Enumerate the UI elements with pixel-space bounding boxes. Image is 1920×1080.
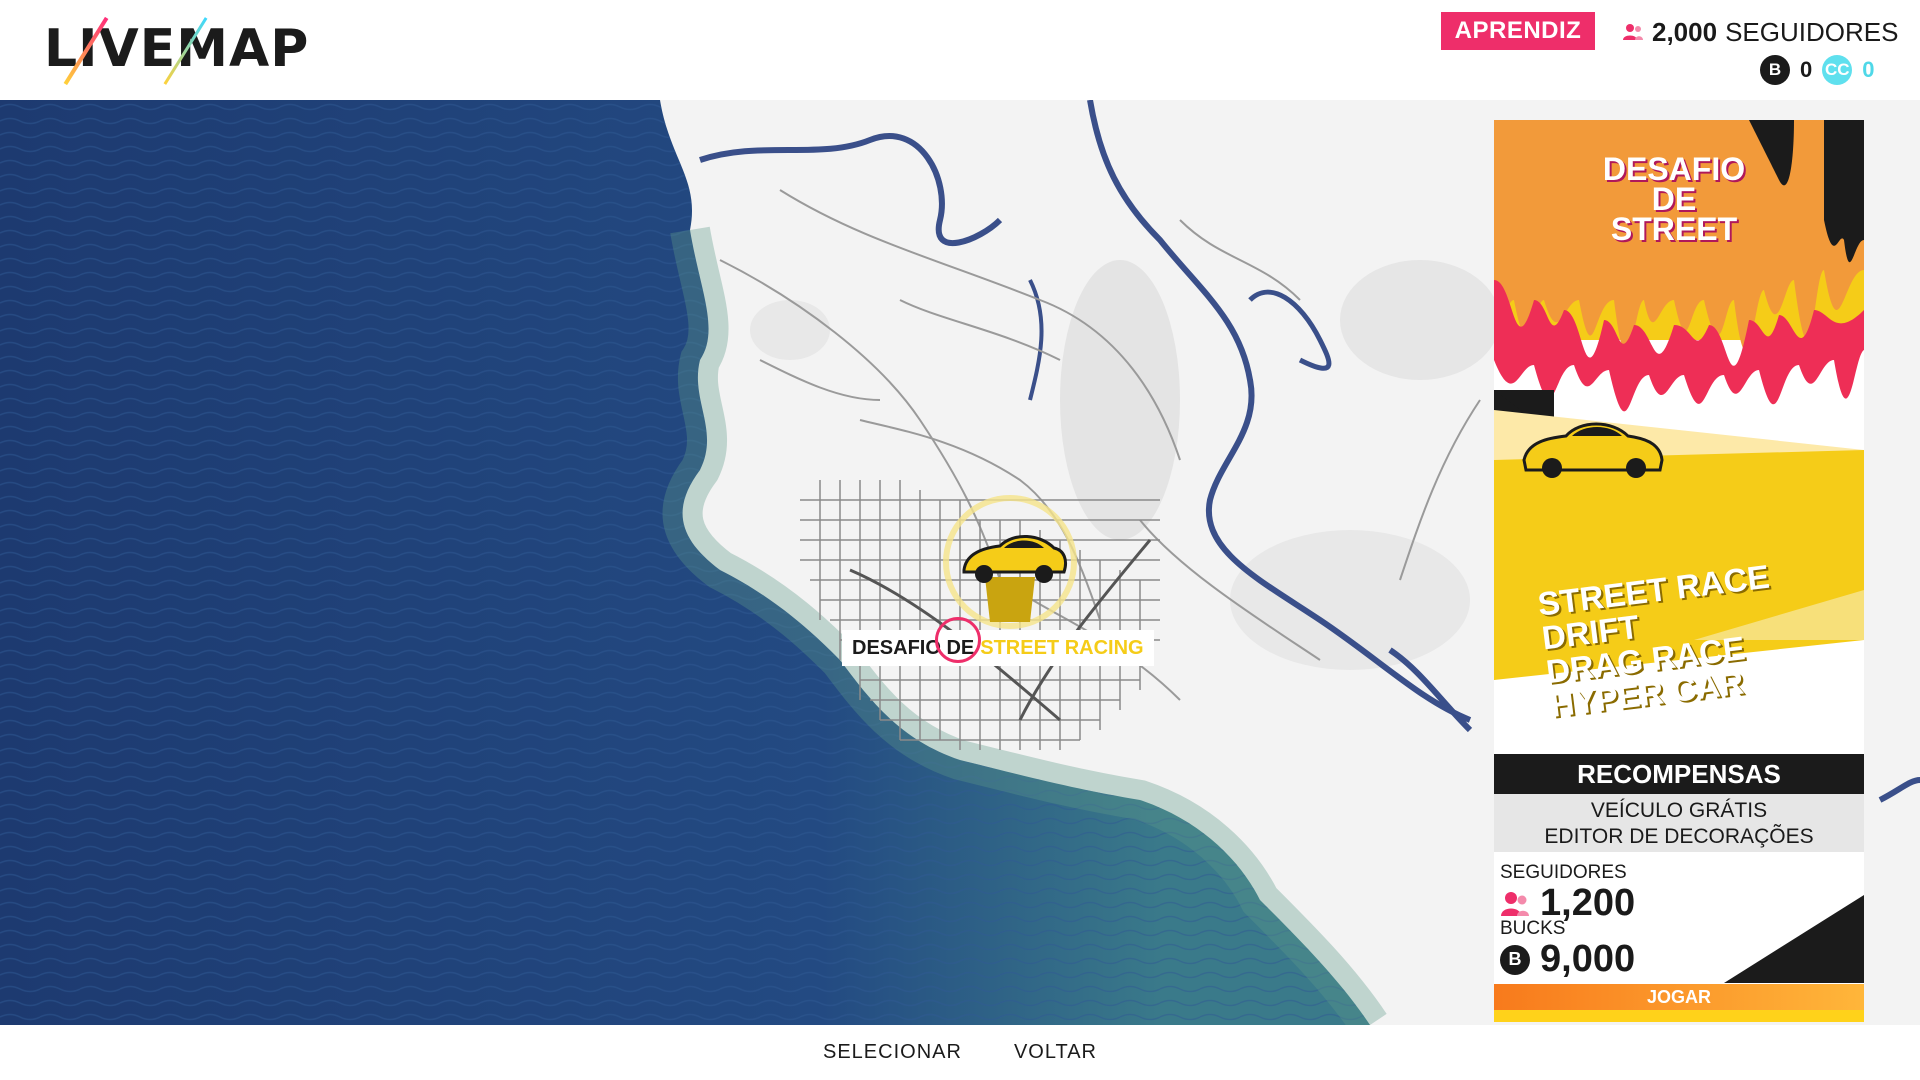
- followers-counter: 2,000 SEGUIDORES: [1622, 14, 1898, 50]
- rewards-header: RECOMPENSAS: [1494, 754, 1864, 794]
- reward-item: VEÍCULO GRÁTIS: [1590, 799, 1768, 822]
- cc-icon: CC: [1822, 55, 1853, 85]
- rewards-list: VEÍCULO GRÁTIS EDITOR DE DECORAÇÕES: [1494, 794, 1864, 852]
- event-title: DESAFIO DE STREET: [1602, 151, 1746, 247]
- rank-badge: APRENDIZ: [1441, 12, 1595, 50]
- event-modes-list: STREET RACE DRIFT DRAG RACE HYPER CAR: [1536, 558, 1784, 724]
- followers-reward-label: SEGUIDORES: [1500, 862, 1627, 883]
- map-cursor: [935, 617, 981, 663]
- footer-hints: SELECIONAR VOLTAR: [0, 1025, 1920, 1080]
- followers-icon: [1501, 891, 1529, 916]
- currency-row: B 0 CC 0: [1760, 52, 1875, 88]
- cc-value: 0: [1862, 57, 1875, 82]
- top-bar: LIVEMAP APRENDIZ 2,000 SEGUIDORES B 0 CC…: [0, 0, 1920, 100]
- bucks-reward: B 9,000: [1500, 938, 1635, 981]
- back-hint[interactable]: VOLTAR: [1014, 1041, 1097, 1064]
- bucks-reward-label: BUCKS: [1500, 918, 1566, 939]
- select-hint[interactable]: SELECIONAR: [823, 1041, 962, 1064]
- event-details-panel: DESAFIO DE STREET STREET RACE DRIFT DRAG…: [1494, 120, 1864, 1022]
- bucks-value: 0: [1800, 57, 1813, 82]
- play-button[interactable]: JOGAR: [1494, 984, 1864, 1010]
- bucks-icon: B: [1500, 944, 1530, 975]
- reward-item: EDITOR DE DECORAÇÕES: [1544, 825, 1814, 848]
- followers-value: 2,000: [1652, 16, 1718, 47]
- followers-label: SEGUIDORES: [1725, 16, 1899, 47]
- followers-icon: [1623, 24, 1643, 40]
- event-label-name: STREET RACING: [980, 636, 1144, 659]
- event-label[interactable]: DESAFIO DE STREET RACING: [842, 630, 1154, 666]
- bucks-icon: B: [1760, 55, 1790, 85]
- bucks-reward-value: 9,000: [1540, 938, 1636, 980]
- livemap-logo: LIVEMAP: [44, 14, 309, 86]
